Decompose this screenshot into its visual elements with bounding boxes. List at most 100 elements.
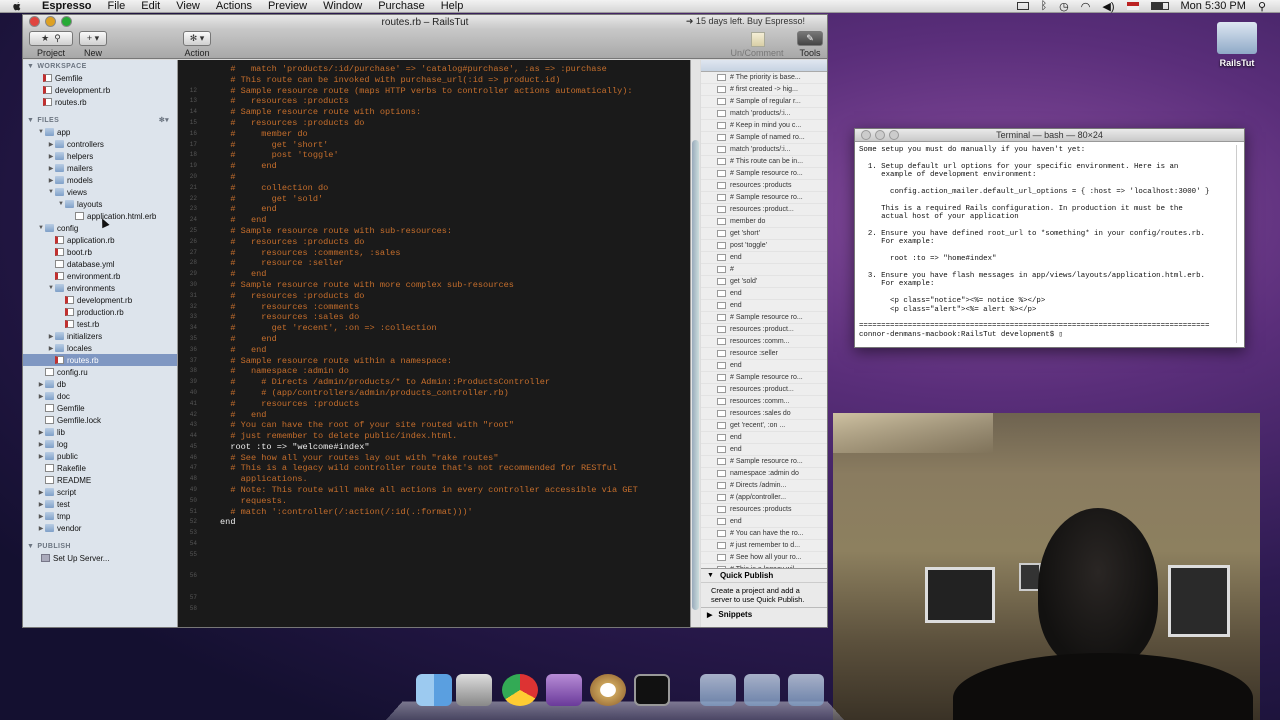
navigator-item[interactable]: end: [701, 360, 827, 372]
navigator-item[interactable]: namespace :admin do: [701, 468, 827, 480]
file-tree-item[interactable]: ▶ lib: [23, 426, 177, 438]
navigator-item[interactable]: # (app/controller...: [701, 492, 827, 504]
disclosure-icon[interactable]: ▼: [37, 129, 45, 135]
screen-icon[interactable]: [1016, 2, 1029, 10]
navigator-item[interactable]: post 'toggle': [701, 240, 827, 252]
action-button[interactable]: ✻ ▾: [183, 31, 211, 46]
wifi-icon[interactable]: ◠: [1081, 0, 1091, 13]
terminal-titlebar[interactable]: Terminal — bash — 80×24: [855, 129, 1244, 142]
navigator-item[interactable]: end: [701, 444, 827, 456]
file-tree-item[interactable]: boot.rb: [23, 246, 177, 258]
file-tree-item[interactable]: ▶ public: [23, 450, 177, 462]
colloquy-icon[interactable]: [546, 674, 582, 706]
zoom-button[interactable]: [889, 130, 899, 140]
menu-window[interactable]: Window: [315, 0, 370, 12]
clock[interactable]: Mon 5:30 PM: [1181, 0, 1246, 12]
navigator-item[interactable]: # first created -> hig...: [701, 84, 827, 96]
scrollbar-thumb[interactable]: [692, 140, 699, 610]
spotlight-icon[interactable]: ⚲: [1258, 0, 1266, 13]
documents-folder-icon[interactable]: [744, 674, 780, 706]
file-tree-item[interactable]: ▶ models: [23, 174, 177, 186]
zoom-button[interactable]: [61, 16, 72, 27]
disclosure-icon[interactable]: ▶: [37, 441, 45, 448]
file-tree-item[interactable]: ▼ layouts: [23, 198, 177, 210]
apple-menu-icon[interactable]: [10, 0, 24, 12]
navigator-item[interactable]: # Directs /admin...: [701, 480, 827, 492]
espresso-icon[interactable]: [590, 674, 626, 706]
menu-help[interactable]: Help: [433, 0, 472, 12]
navigator-item[interactable]: # Sample resource ro...: [701, 456, 827, 468]
disclosure-icon[interactable]: ▶: [707, 611, 712, 619]
workspace-item[interactable]: Gemfile: [23, 72, 177, 84]
desktop-folder[interactable]: RailsTut: [1214, 22, 1260, 68]
disclosure-icon[interactable]: ▶: [37, 525, 45, 532]
file-tree-item[interactable]: application.rb: [23, 234, 177, 246]
file-tree-item[interactable]: ▶ script: [23, 486, 177, 498]
disclosure-icon[interactable]: ▶: [47, 165, 55, 172]
trial-notice[interactable]: ➜ 15 days left. Buy Espresso!: [686, 16, 805, 27]
file-tree-item[interactable]: ▶ tmp: [23, 510, 177, 522]
navigator-item[interactable]: get 'sold': [701, 276, 827, 288]
navigator-item[interactable]: # Sample resource ro...: [701, 168, 827, 180]
battery-icon[interactable]: [1150, 2, 1169, 10]
menu-view[interactable]: View: [168, 0, 208, 12]
navigator-item[interactable]: # Sample resource ro...: [701, 192, 827, 204]
navigator-item[interactable]: resources :product...: [701, 324, 827, 336]
navigator-item[interactable]: #: [701, 264, 827, 276]
menu-preview[interactable]: Preview: [260, 0, 315, 12]
terminal-scrollbar[interactable]: [1236, 145, 1242, 343]
editor-scrollbar[interactable]: [690, 60, 700, 627]
navigator-item[interactable]: # Sample of named ro...: [701, 132, 827, 144]
file-tree-item[interactable]: production.rb: [23, 306, 177, 318]
minimize-button[interactable]: [875, 130, 885, 140]
disclosure-icon[interactable]: ▶: [37, 381, 45, 388]
file-tree-item[interactable]: ▶ locales: [23, 342, 177, 354]
menu-actions[interactable]: Actions: [208, 0, 260, 12]
file-tree-item[interactable]: config.ru: [23, 366, 177, 378]
menu-edit[interactable]: Edit: [133, 0, 168, 12]
menu-purchase[interactable]: Purchase: [370, 0, 432, 12]
file-tree-item[interactable]: ▶ log: [23, 438, 177, 450]
disclosure-icon[interactable]: ▶: [37, 513, 45, 520]
file-tree-item[interactable]: ▶ doc: [23, 390, 177, 402]
navigator-item[interactable]: end: [701, 516, 827, 528]
navigator-item[interactable]: # This route can be in...: [701, 156, 827, 168]
new-button[interactable]: + ▾: [79, 31, 107, 46]
file-tree-item[interactable]: development.rb: [23, 294, 177, 306]
navigator-item[interactable]: get 'recent', :on ...: [701, 420, 827, 432]
file-tree-item[interactable]: Rakefile: [23, 462, 177, 474]
navigator-item[interactable]: # just remember to d...: [701, 540, 827, 552]
disclosure-icon[interactable]: ▼: [57, 201, 65, 207]
disclosure-icon[interactable]: ▶: [47, 153, 55, 160]
navigator-item[interactable]: resources :comm...: [701, 336, 827, 348]
close-button[interactable]: [861, 130, 871, 140]
snippets-title[interactable]: Snippets: [718, 610, 752, 619]
file-tree-item[interactable]: ▶ vendor: [23, 522, 177, 534]
chrome-icon[interactable]: [502, 674, 538, 706]
project-button[interactable]: ★ ⚲: [29, 31, 73, 46]
file-tree-item[interactable]: ▶ helpers: [23, 150, 177, 162]
workspace-item[interactable]: development.rb: [23, 84, 177, 96]
preview-icon[interactable]: [456, 674, 492, 706]
gear-icon[interactable]: ✻▾: [159, 116, 169, 124]
file-tree-item[interactable]: routes.rb: [23, 354, 177, 366]
file-tree-item[interactable]: test.rb: [23, 318, 177, 330]
navigator-item[interactable]: # You can have the ro...: [701, 528, 827, 540]
publish-header[interactable]: ▼ PUBLISH: [23, 540, 177, 552]
navigator-item[interactable]: end: [701, 432, 827, 444]
flag-icon[interactable]: [1126, 2, 1139, 10]
time-machine-icon[interactable]: ◷: [1059, 0, 1069, 13]
file-tree-item[interactable]: README: [23, 474, 177, 486]
disclosure-icon[interactable]: ▶: [37, 453, 45, 460]
navigator-item[interactable]: # Sample of regular r...: [701, 96, 827, 108]
code-editor[interactable]: # match 'products/:id/purchase' => 'cata…: [200, 60, 690, 627]
finder-icon[interactable]: [416, 674, 452, 706]
files-header[interactable]: ▼ FILES ✻▾: [23, 114, 177, 126]
terminal-output[interactable]: Some setup you must do manually if you h…: [855, 142, 1244, 343]
file-tree-item[interactable]: environment.rb: [23, 270, 177, 282]
workspace-header[interactable]: ▼ WORKSPACE: [23, 60, 177, 72]
navigator-item[interactable]: # Keep in mind you c...: [701, 120, 827, 132]
setup-server-item[interactable]: Set Up Server...: [23, 552, 177, 564]
file-tree-item[interactable]: ▶ test: [23, 498, 177, 510]
minimize-button[interactable]: [45, 16, 56, 27]
